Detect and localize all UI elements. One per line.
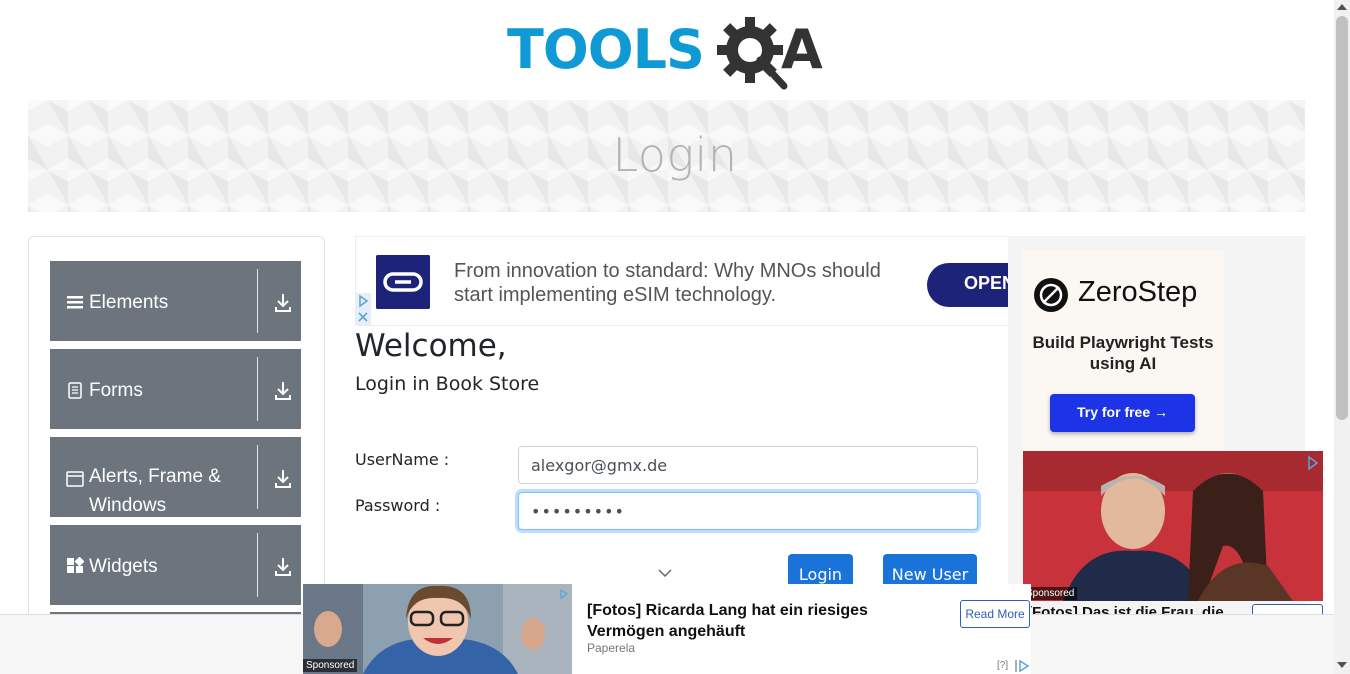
sidebar-group-label: Widgets	[89, 556, 158, 577]
page: TOOLS A Login Elements Forms Alerts, Fra…	[0, 0, 1350, 674]
zerostep-brand: ZeroStep	[1078, 276, 1198, 308]
download-icon	[275, 294, 291, 312]
chevron-down-icon[interactable]	[657, 568, 673, 578]
page-title: Login	[612, 128, 738, 182]
welcome-heading: Welcome,	[355, 328, 507, 364]
widgets-icon	[67, 557, 84, 573]
username-input[interactable]	[518, 446, 978, 484]
zerostep-logo-icon	[1034, 278, 1068, 312]
sidebar-group-forms[interactable]: Forms	[50, 349, 301, 429]
sponsored-label: Sponsored	[1023, 587, 1078, 600]
divider	[257, 533, 258, 597]
svg-text:TOOLS: TOOLS	[507, 18, 704, 81]
login-subtitle: Login in Book Store	[355, 373, 540, 395]
username-label: UserName :	[355, 450, 450, 469]
bottom-sticky-ad[interactable]: Sponsored [Fotos] Ricarda Lang hat ein r…	[303, 584, 1031, 674]
scrollbar-thumb[interactable]	[1336, 16, 1348, 420]
ad-open-button[interactable]: OPEN	[927, 263, 1008, 307]
divider	[257, 269, 258, 333]
password-label: Password :	[355, 496, 441, 515]
sidebar-group-elements[interactable]: Elements	[50, 261, 301, 341]
ad-help-link[interactable]: [?]	[997, 660, 1008, 671]
scroll-up-arrow-icon[interactable]	[1337, 4, 1347, 10]
bottom-ad-source: Paperela	[587, 641, 636, 655]
sidebar-group-widgets[interactable]: Widgets	[50, 525, 301, 605]
sponsored-label: Sponsored	[303, 659, 358, 672]
download-icon	[275, 558, 291, 576]
read-more-button[interactable]: Read More	[960, 600, 1030, 628]
window-icon	[66, 471, 84, 487]
download-icon	[275, 382, 291, 400]
sidebar-group-alerts[interactable]: Alerts, Frame & Windows	[50, 437, 301, 517]
sidebar-group-label: Elements	[89, 292, 169, 313]
scroll-down-arrow-icon[interactable]	[1337, 662, 1347, 668]
password-input[interactable]	[518, 492, 978, 530]
download-icon	[275, 470, 291, 488]
divider	[257, 357, 258, 421]
ad-close-icon[interactable]	[355, 309, 371, 325]
list-icon	[67, 296, 83, 309]
svg-text:A: A	[781, 18, 823, 81]
document-icon	[68, 382, 82, 399]
adchoices-icon[interactable]	[355, 293, 371, 309]
divider	[257, 445, 258, 509]
sidebar-group-label: Forms	[89, 380, 143, 401]
toolsqa-logo[interactable]: TOOLS A	[507, 14, 831, 92]
top-ad-banner[interactable]: From innovation to standard: Why MNOs sh…	[355, 236, 1008, 326]
ad-brand-logo	[376, 255, 430, 309]
adchoices-icon[interactable]	[1014, 659, 1030, 673]
bottom-ad-title[interactable]: [Fotos] Ricarda Lang hat ein riesiges Ve…	[587, 600, 907, 642]
sidebar-group-label: Alerts, Frame & Windows	[89, 466, 221, 516]
right-photo-ad-image[interactable]	[1023, 451, 1323, 601]
try-for-free-button[interactable]: Try for free →	[1050, 394, 1195, 432]
ad-headline: From innovation to standard: Why MNOs sh…	[454, 260, 881, 306]
zerostep-tagline: Build Playwright Tests using AI	[1032, 333, 1214, 373]
